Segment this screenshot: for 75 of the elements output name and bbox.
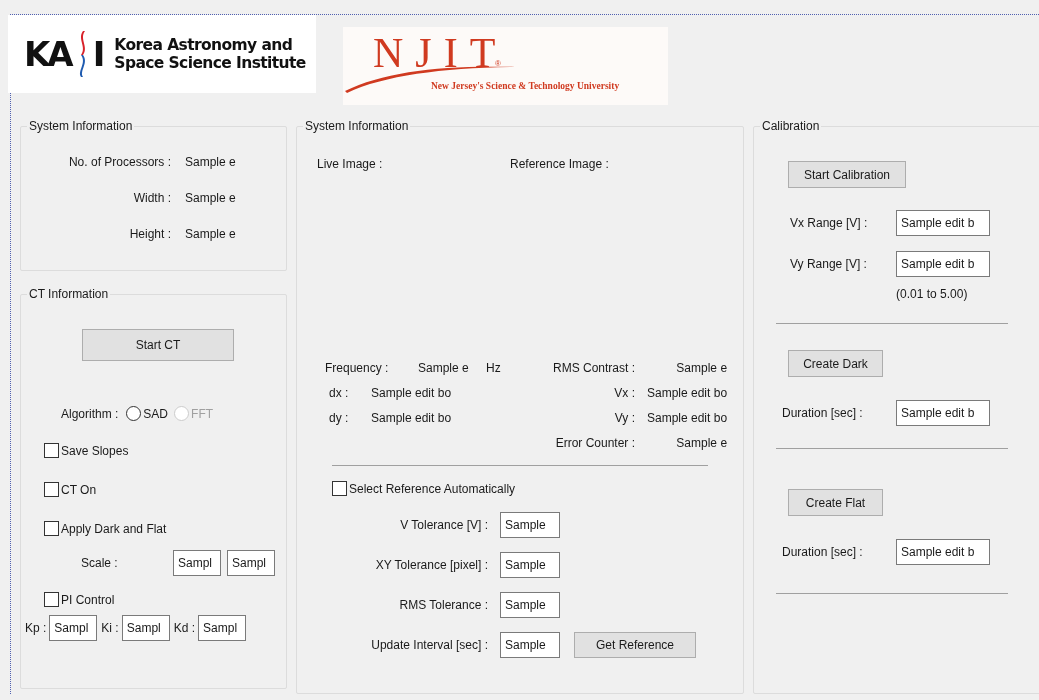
institute-name: Korea Astronomy and <box>114 36 294 54</box>
field-value: Sample e <box>418 361 470 375</box>
group-title: System Information <box>28 119 134 133</box>
get-reference-button[interactable]: Get Reference <box>574 632 696 658</box>
field-label: RMS Tolerance : <box>398 598 488 612</box>
checkbox[interactable] <box>44 443 59 458</box>
input-field[interactable]: Sampl <box>173 550 221 576</box>
start-calibration-button[interactable]: Start Calibration <box>788 161 906 188</box>
radio-option[interactable]: SAD <box>126 406 169 421</box>
field-label: dx : <box>329 386 350 400</box>
field-label: RMS Contrast : <box>551 361 635 375</box>
field-label: No. of Processors : <box>67 155 171 169</box>
field-label: Kd : <box>173 621 196 635</box>
input-field[interactable]: Sample edit b <box>896 400 990 426</box>
input-field[interactable]: Sampl <box>121 615 170 641</box>
input-field[interactable]: Sample edit b <box>896 251 990 277</box>
njit-logo: NJIT® New Jersey's Science & Technology University <box>343 27 668 105</box>
create-dark-button[interactable]: Create Dark <box>788 350 883 377</box>
range-hint: (0.01 to 5.00) <box>896 287 969 301</box>
field-label: Error Counter : <box>554 436 635 450</box>
input-field[interactable]: Sample <box>500 632 560 658</box>
field-label: Kp : <box>25 621 47 635</box>
field-label: dy : <box>329 411 350 425</box>
input-field[interactable]: Sampl <box>227 550 275 576</box>
field-label: Algorithm : <box>61 406 119 421</box>
institute-name: Space Science Institute <box>114 54 306 72</box>
field-label: Frequency : <box>325 361 390 375</box>
field-label: Scale : <box>81 556 119 570</box>
image-label: Reference Image : <box>510 157 610 171</box>
field-label: V Tolerance [V] : <box>399 518 488 532</box>
input-field[interactable]: Sample edit b <box>896 539 990 565</box>
field-value: Sample edit bo <box>371 411 452 425</box>
checkbox-option[interactable]: Apply Dark and Flat <box>44 521 286 536</box>
field-label: XY Tolerance [pixel] : <box>374 558 488 572</box>
field-label: Height : <box>128 227 171 241</box>
checkbox[interactable] <box>44 482 59 497</box>
field-label: Vy Range [V] : <box>789 257 868 271</box>
unit-label: Hz <box>486 361 501 375</box>
input-field[interactable]: Sample <box>500 512 560 538</box>
checkbox-option[interactable]: Save Slopes <box>44 443 286 458</box>
field-value: Sample edit bo <box>647 411 728 425</box>
group-title: System Information <box>304 119 410 133</box>
field-value: Sample e <box>185 227 237 241</box>
start-ct-button[interactable]: Start CT <box>82 329 234 361</box>
field-label: Duration [sec] : <box>782 406 864 420</box>
input-field[interactable]: Sample <box>500 552 560 578</box>
field-label: Vx Range [V] : <box>789 216 869 230</box>
field-value: Sample edit bo <box>647 386 728 400</box>
field-label: Vy : <box>613 411 635 425</box>
field-label: Ki : <box>101 621 119 635</box>
field-label: Duration [sec] : <box>782 545 864 559</box>
radio-button[interactable] <box>126 406 142 421</box>
input-field[interactable]: Sampl <box>49 615 98 641</box>
tagline: New Jersey's Science & Technology University <box>431 81 620 91</box>
image-label: Live Image : <box>317 157 384 171</box>
field-value: Sample e <box>185 191 237 205</box>
checkbox-option[interactable]: PI Control <box>44 592 286 607</box>
checkbox[interactable] <box>44 592 59 607</box>
field-value: Sample e <box>185 155 237 169</box>
input-field[interactable]: Sampl <box>198 615 247 641</box>
field-label: Width : <box>132 191 171 205</box>
input-field[interactable]: Sample edit b <box>896 210 990 236</box>
checkbox[interactable] <box>332 481 347 496</box>
field-label: Update Interval [sec] : <box>370 638 488 652</box>
checkbox[interactable] <box>44 521 59 536</box>
group-title: Calibration <box>761 119 821 133</box>
field-label: Vx : <box>613 386 635 400</box>
checkbox-option[interactable]: CT On <box>44 482 286 497</box>
field-value: Sample edit bo <box>371 386 452 400</box>
checkbox-option[interactable]: Select Reference Automatically <box>332 481 743 496</box>
field-value: Sample e <box>675 361 728 375</box>
group-title: CT Information <box>28 287 110 301</box>
create-flat-button[interactable]: Create Flat <box>788 489 883 516</box>
field-value: Sample e <box>675 436 728 450</box>
input-field[interactable]: Sample <box>500 592 560 618</box>
